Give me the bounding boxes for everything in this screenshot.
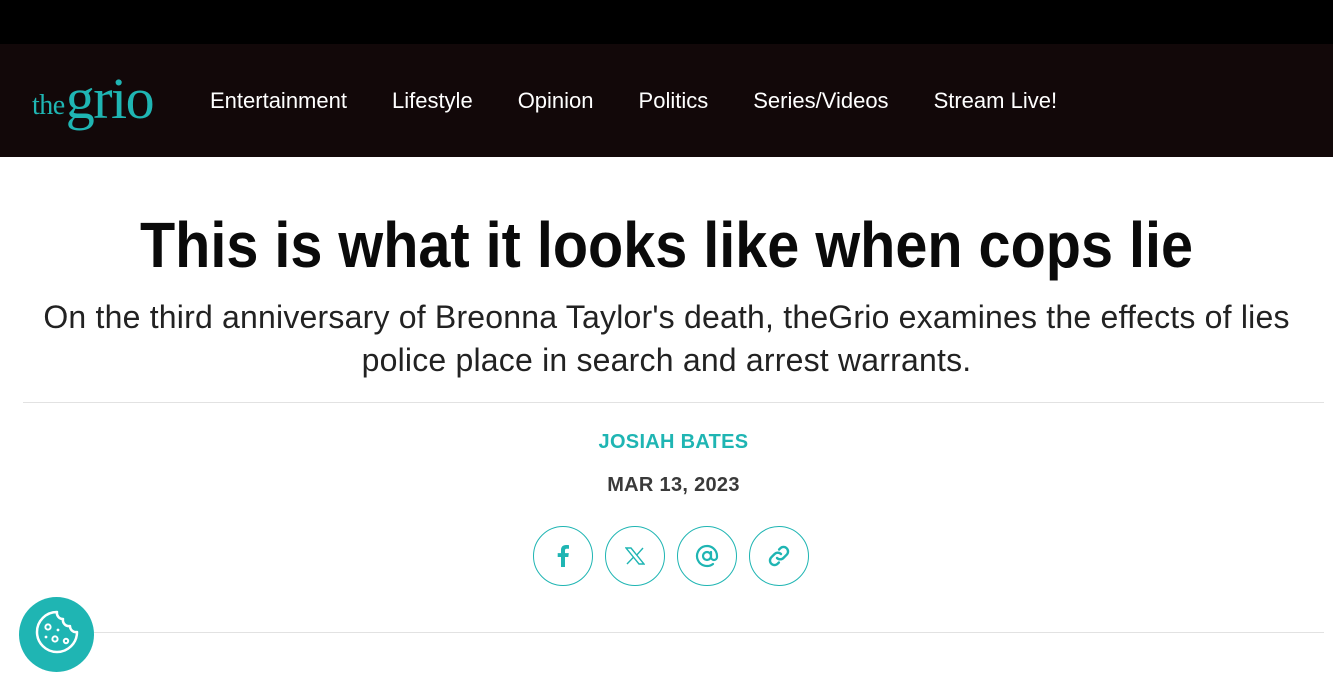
top-bar <box>0 0 1333 44</box>
share-email-button[interactable] <box>677 526 737 586</box>
article-headline: This is what it looks like when cops lie <box>139 209 1194 281</box>
site-logo[interactable]: the grio <box>32 68 167 138</box>
author-link[interactable]: JOSIAH BATES <box>0 431 1333 454</box>
link-icon <box>767 544 791 568</box>
nav-item-stream-live[interactable]: Stream Live! <box>934 88 1058 114</box>
nav-item-politics[interactable]: Politics <box>639 88 709 114</box>
divider <box>23 632 1324 633</box>
logo-grio-text: grio <box>65 66 155 131</box>
publish-date: MAR 13, 2023 <box>607 474 740 496</box>
share-buttons <box>533 526 809 586</box>
main-nav: Entertainment Lifestyle Opinion Politics… <box>210 44 1057 157</box>
cookie-icon <box>33 608 81 661</box>
nav-item-entertainment[interactable]: Entertainment <box>210 88 347 114</box>
share-facebook-button[interactable] <box>533 526 593 586</box>
share-x-button[interactable] <box>605 526 665 586</box>
logo-the-text: the <box>32 90 65 121</box>
cookie-settings-button[interactable] <box>19 597 94 672</box>
copy-link-button[interactable] <box>749 526 809 586</box>
nav-item-series-videos[interactable]: Series/Videos <box>753 88 888 114</box>
nav-item-lifestyle[interactable]: Lifestyle <box>392 88 473 114</box>
at-sign-icon <box>695 544 719 568</box>
x-icon <box>625 547 645 565</box>
facebook-icon <box>557 545 569 567</box>
article-subheadline: On the third anniversary of Breonna Tayl… <box>43 299 1290 378</box>
nav-item-opinion[interactable]: Opinion <box>518 88 594 114</box>
divider <box>23 402 1324 403</box>
